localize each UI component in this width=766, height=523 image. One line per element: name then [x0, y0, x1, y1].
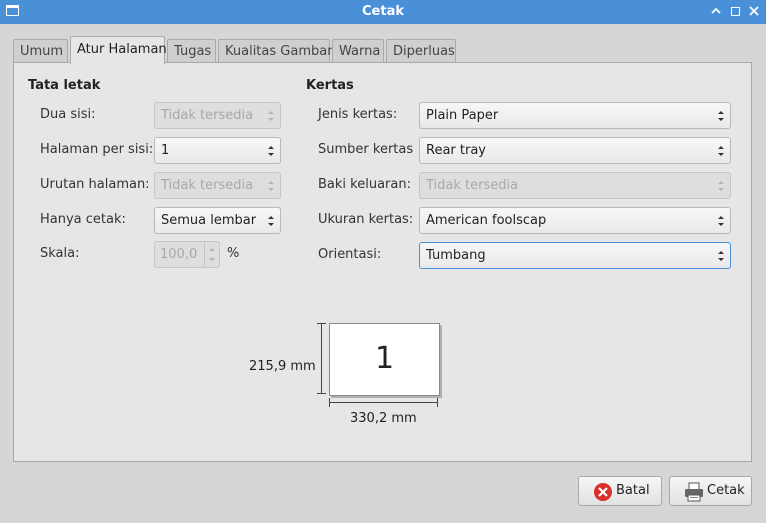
tab-umum[interactable]: Umum — [13, 39, 68, 63]
print-button-label: Cetak — [707, 483, 745, 498]
output-tray-combo[interactable]: Tidak tersedia — [419, 172, 731, 199]
page-preview: 1 — [329, 323, 440, 396]
scale-spinbox[interactable]: 100,0 — [154, 241, 220, 268]
print-button[interactable]: Cetak — [669, 476, 752, 506]
width-dimension-cap — [437, 398, 438, 407]
combo-arrows-icon — [267, 109, 275, 123]
paper-size-label: Ukuran kertas: — [318, 212, 414, 227]
combo-arrows-icon — [267, 214, 275, 228]
orientation-label: Orientasi: — [318, 247, 382, 262]
cancel-button-label: Batal — [616, 483, 650, 498]
two-sided-combo[interactable]: Tidak tersedia — [154, 102, 281, 129]
paper-source-value: Rear tray — [426, 143, 486, 158]
output-tray-label: Baki keluaran: — [318, 177, 411, 192]
paper-size-value: American foolscap — [426, 213, 547, 228]
combo-arrows-icon — [717, 109, 725, 123]
pages-per-side-combo[interactable]: 1 — [154, 137, 281, 164]
spin-arrows-icon[interactable] — [204, 242, 219, 267]
paper-type-label: Jenis kertas: — [318, 107, 398, 122]
paper-size-combo[interactable]: American foolscap — [419, 207, 731, 234]
close-icon[interactable] — [746, 3, 762, 19]
width-dimension-label: 330,2 mm — [350, 411, 417, 426]
pages-per-side-label: Halaman per sisi: — [40, 142, 154, 157]
tab-warna[interactable]: Warna — [332, 39, 384, 63]
only-print-value: Semua lembar — [161, 213, 257, 228]
tab-atur-halaman[interactable]: Atur Halaman — [70, 36, 167, 64]
paper-source-label: Sumber kertas — [318, 142, 414, 157]
maximize-icon[interactable] — [727, 3, 743, 19]
combo-arrows-icon — [717, 214, 725, 228]
scale-unit: % — [227, 246, 240, 261]
combo-arrows-icon — [717, 179, 725, 193]
orientation-combo[interactable]: Tumbang — [419, 242, 731, 269]
width-dimension-cap — [329, 398, 330, 407]
scale-label: Skala: — [40, 246, 80, 261]
page-preview-number: 1 — [374, 341, 395, 376]
height-dimension-cap — [317, 393, 326, 394]
combo-arrows-icon — [717, 249, 725, 263]
paper-type-value: Plain Paper — [426, 108, 499, 123]
page-order-combo[interactable]: Tidak tersedia — [154, 172, 281, 199]
paper-source-combo[interactable]: Rear tray — [419, 137, 731, 164]
cancel-button[interactable]: Batal — [578, 476, 662, 506]
combo-arrows-icon — [267, 144, 275, 158]
orientation-value: Tumbang — [426, 248, 486, 263]
width-dimension-line — [329, 402, 438, 403]
title-bar: Cetak — [0, 0, 766, 24]
page-order-label: Urutan halaman: — [40, 177, 150, 192]
tab-diperluas[interactable]: Diperluas — [386, 39, 456, 63]
tab-kualitas-gambar[interactable]: Kualitas Gambar — [218, 39, 333, 63]
tab-tugas[interactable]: Tugas — [167, 39, 216, 63]
only-print-combo[interactable]: Semua lembar — [154, 207, 281, 234]
height-dimension-cap — [317, 323, 326, 324]
scale-value: 100,0 — [160, 247, 198, 262]
printer-icon — [684, 482, 704, 502]
pages-per-side-value: 1 — [161, 143, 170, 158]
keep-above-icon[interactable] — [708, 3, 724, 19]
height-dimension-label: 215,9 mm — [249, 359, 316, 374]
output-tray-value: Tidak tersedia — [426, 178, 519, 193]
layout-section-title: Tata letak — [28, 78, 101, 93]
paper-section-title: Kertas — [306, 78, 354, 93]
paper-type-combo[interactable]: Plain Paper — [419, 102, 731, 129]
window-title: Cetak — [362, 4, 404, 19]
two-sided-value: Tidak tersedia — [161, 108, 254, 123]
two-sided-label: Dua sisi: — [40, 107, 96, 122]
combo-arrows-icon — [717, 144, 725, 158]
only-print-label: Hanya cetak: — [40, 212, 126, 227]
page-order-value: Tidak tersedia — [161, 178, 254, 193]
height-dimension-line — [321, 323, 322, 394]
combo-arrows-icon — [267, 179, 275, 193]
cancel-icon — [593, 482, 613, 502]
